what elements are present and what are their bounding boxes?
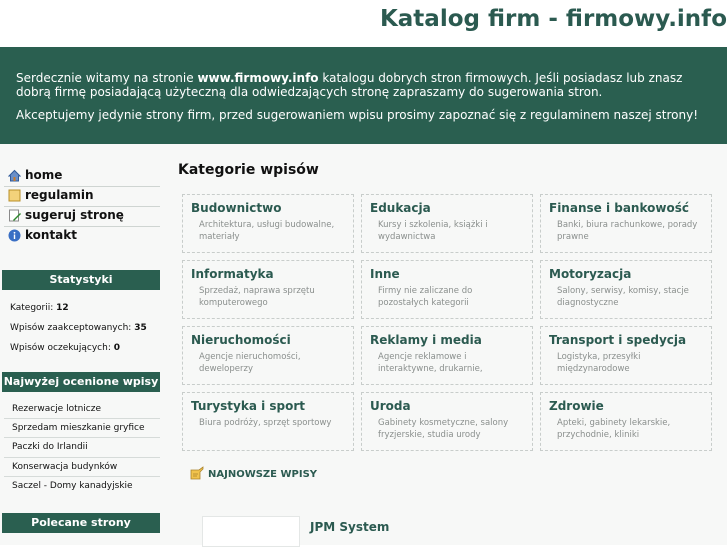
stat-pending: Wpisów oczekujących: 0 [10, 343, 120, 353]
stat-value: 0 [113, 343, 120, 353]
category-name[interactable]: Budownictwo [191, 201, 281, 215]
accept-notice: Akceptujemy jedynie strony firm, przed s… [16, 108, 699, 122]
category-name[interactable]: Informatyka [191, 267, 274, 281]
pencil-icon [190, 466, 204, 483]
stat-label: Kategorii: [10, 303, 54, 313]
category-desc: Kursy i szkolenia, książki i wydawnictwa [378, 220, 488, 242]
category-desc: Banki, biura rachunkowe, porady prawne [557, 220, 698, 242]
entry-title[interactable]: JPM System [310, 520, 389, 534]
list-item[interactable]: Konserwacja budynków [12, 462, 117, 472]
nav-item-sugeruj[interactable]: sugeruj stronę [8, 206, 124, 224]
newest-entries-heading: NAJNOWSZE WPISY [190, 466, 317, 483]
welcome-banner: Serdecznie witamy na stronie www.firmowy… [0, 47, 727, 144]
top-rated-heading: Najwyżej ocenione wpisy [2, 372, 160, 392]
site-header: Katalog firm - firmowy.info [0, 0, 727, 47]
category-card-budownictwo[interactable]: Budownictwo Architektura, usługi budowal… [182, 194, 354, 253]
category-desc: Agencje reklamowe i interaktywne, drukar… [378, 352, 483, 374]
category-desc: Salony, serwisy, komisy, stacje diagnost… [557, 286, 689, 308]
category-name[interactable]: Uroda [370, 399, 411, 413]
category-desc: Gabinety kosmetyczne, salony fryzjerskie… [378, 418, 509, 440]
document-icon [8, 189, 21, 202]
stat-label: Wpisów oczekujących: [10, 343, 111, 353]
stat-accepted: Wpisów zaakceptowanych: 35 [10, 323, 147, 333]
list-item[interactable]: Paczki do Irlandii [12, 442, 88, 452]
nav-item-home[interactable]: home [7, 166, 63, 184]
list-divider [4, 476, 160, 477]
stat-value: 12 [56, 303, 69, 313]
category-desc: Apteki, gabinety lekarskie, przychodnie,… [557, 418, 671, 440]
categories-heading: Kategorie wpisów [178, 162, 319, 178]
category-card-edukacja[interactable]: Edukacja Kursy i szkolenia, książki i wy… [361, 194, 533, 253]
nav-label-kontakt: kontakt [25, 228, 77, 242]
newest-entries-label: NAJNOWSZE WPISY [208, 469, 318, 480]
list-divider [4, 437, 160, 438]
recommended-heading: Polecane strony [2, 513, 160, 533]
category-name[interactable]: Inne [370, 267, 400, 281]
category-name[interactable]: Zdrowie [549, 399, 604, 413]
list-divider [4, 418, 160, 419]
category-name[interactable]: Motoryzacja [549, 267, 631, 281]
nav-label-sugeruj: sugeruj stronę [25, 208, 124, 222]
entry-thumbnail[interactable] [202, 516, 300, 547]
list-item[interactable]: Rezerwacje lotnicze [12, 404, 101, 414]
list-divider [4, 457, 160, 458]
stat-categories: Kategorii: 12 [10, 303, 69, 313]
list-item[interactable]: Saczel - Domy kanadyjskie [12, 481, 133, 491]
category-desc: Architektura, usługi budowalne, materiał… [199, 220, 335, 242]
category-desc: Sprzedaż, naprawa sprzętu komputerowego [199, 286, 315, 308]
stat-label: Wpisów zaakceptowanych: [10, 323, 132, 333]
category-name[interactable]: Edukacja [370, 201, 431, 215]
nav-label-home: home [25, 168, 63, 182]
category-card-turystyka[interactable]: Turystyka i sport Biura podróży, sprzęt … [182, 392, 354, 451]
category-card-inne[interactable]: Inne Firmy nie zaliczane do pozostałych … [361, 260, 533, 319]
category-name[interactable]: Finanse i bankowość [549, 201, 689, 215]
category-card-transport[interactable]: Transport i spedycja Logistyka, przesyłk… [540, 326, 712, 385]
home-icon [7, 169, 22, 182]
category-desc: Biura podróży, sprzęt sportowy [199, 418, 332, 428]
category-desc: Logistyka, przesyłki międzynarodowe [557, 352, 641, 374]
site-title[interactable]: Katalog firm - firmowy.info [380, 6, 727, 32]
category-card-finanse[interactable]: Finanse i bankowość Banki, biura rachunk… [540, 194, 712, 253]
nav-label-regulamin: regulamin [25, 188, 94, 202]
stat-value: 35 [134, 323, 147, 333]
category-card-zdrowie[interactable]: Zdrowie Apteki, gabinety lekarskie, przy… [540, 392, 712, 451]
nav-item-regulamin[interactable]: regulamin [8, 186, 94, 204]
category-card-uroda[interactable]: Uroda Gabinety kosmetyczne, salony fryzj… [361, 392, 533, 451]
nav-item-kontakt[interactable]: kontakt [8, 226, 77, 244]
category-card-reklamy[interactable]: Reklamy i media Agencje reklamowe i inte… [361, 326, 533, 385]
main-area: home regulamin sugeruj stronę kontakt St… [0, 144, 727, 547]
edit-document-icon [8, 209, 21, 222]
category-name[interactable]: Nieruchomości [191, 333, 291, 347]
category-card-informatyka[interactable]: Informatyka Sprzedaż, naprawa sprzętu ko… [182, 260, 354, 319]
category-name[interactable]: Turystyka i sport [191, 399, 305, 413]
category-desc: Agencje nieruchomości, deweloperzy [199, 352, 301, 374]
category-name[interactable]: Transport i spedycja [549, 333, 686, 347]
category-desc: Firmy nie zaliczane do pozostałych kateg… [378, 286, 473, 308]
welcome-text: Serdecznie witamy na stronie www.firmowy… [0, 71, 727, 99]
category-name[interactable]: Reklamy i media [370, 333, 482, 347]
info-icon [8, 229, 21, 242]
site-url: www.firmowy.info [197, 71, 319, 85]
list-item[interactable]: Sprzedam mieszkanie gryfice [12, 423, 145, 433]
category-card-motoryzacja[interactable]: Motoryzacja Salony, serwisy, komisy, sta… [540, 260, 712, 319]
welcome-text-pre: Serdecznie witamy na stronie [16, 71, 198, 85]
category-card-nieruchomosci[interactable]: Nieruchomości Agencje nieruchomości, dew… [182, 326, 354, 385]
stats-heading: Statystyki [2, 270, 160, 290]
